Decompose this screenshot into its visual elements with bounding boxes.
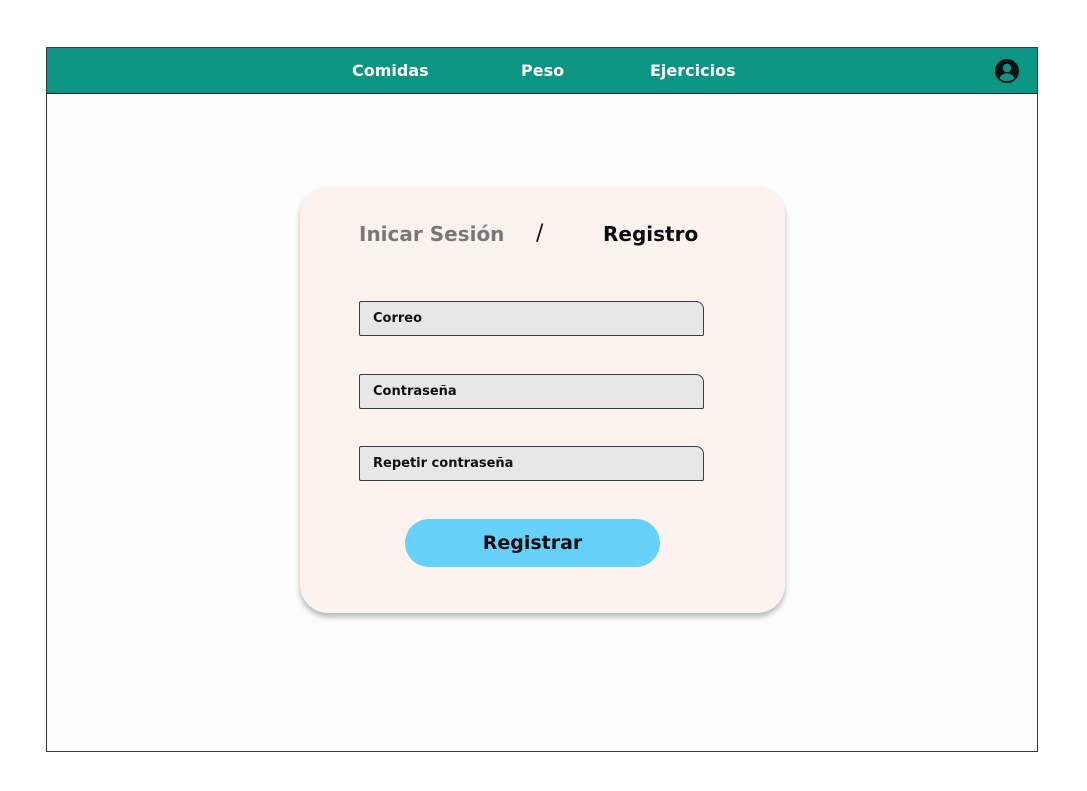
tab-login[interactable]: Inicar Sesión <box>359 221 504 247</box>
user-circle-icon[interactable] <box>995 59 1019 83</box>
tab-separator: / <box>536 221 544 246</box>
repeat-password-field[interactable] <box>359 446 704 481</box>
register-card: Inicar Sesión / Registro Registrar <box>300 187 785 613</box>
email-field[interactable] <box>359 301 704 336</box>
nav-item-comidas[interactable]: Comidas <box>352 61 429 81</box>
nav-item-ejercicios[interactable]: Ejercicios <box>650 61 736 81</box>
tab-register[interactable]: Registro <box>603 221 698 247</box>
nav-item-peso[interactable]: Peso <box>521 61 564 81</box>
register-button[interactable]: Registrar <box>405 519 660 567</box>
app-frame: Comidas Peso Ejercicios Inicar Sesión / … <box>46 47 1038 752</box>
top-navbar: Comidas Peso Ejercicios <box>47 48 1037 94</box>
password-field[interactable] <box>359 374 704 409</box>
